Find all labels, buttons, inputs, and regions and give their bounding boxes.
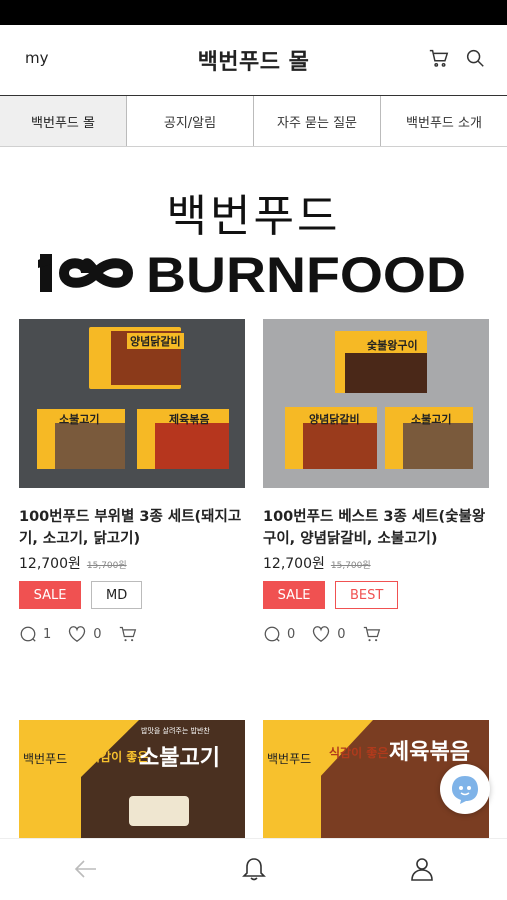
comment-icon[interactable] — [263, 625, 281, 643]
product-price: 12,700원 — [263, 556, 325, 572]
product-stats: 0 0 — [263, 625, 489, 643]
original-price: 15,700원 — [86, 561, 127, 571]
tab-about[interactable]: 백번푸드 소개 — [380, 96, 507, 146]
status-bar — [0, 0, 507, 25]
user-icon[interactable] — [408, 855, 436, 883]
product-name[interactable]: 100번푸드 부위별 3종 세트(돼지고기, 소고기, 닭고기) — [19, 506, 245, 550]
price-row: 12,700원 15,700원 — [263, 553, 489, 573]
badge-row: SALE BEST — [263, 581, 489, 609]
banner-dish: 소불고기 — [139, 746, 220, 771]
heart-icon[interactable] — [67, 625, 87, 643]
tab-bar: 백번푸드 몰 공지/알림 자주 묻는 질문 백번푸드 소개 — [0, 95, 507, 147]
product-image[interactable]: 양념닭갈비 소불고기 제육볶음 — [19, 319, 245, 488]
product-price: 12,700원 — [19, 556, 81, 572]
comment-count: 1 — [43, 626, 52, 642]
product-image-label: 양념닭갈비 — [309, 413, 360, 426]
logo-text: BURNFOOD — [146, 250, 466, 296]
product-image-label: 제육볶음 — [169, 413, 210, 426]
chatbot-button[interactable] — [440, 764, 490, 814]
sale-badge: SALE — [19, 581, 81, 609]
product-card[interactable]: 양념닭갈비 소불고기 제육볶음 100번푸드 부위별 3종 세트(돼지고기, 소… — [19, 319, 245, 643]
brand-logo: BURNFOOD — [38, 250, 466, 296]
best-badge: BEST — [335, 581, 399, 609]
product-image-label: 양념닭갈비 — [127, 333, 184, 349]
comment-icon[interactable] — [19, 625, 37, 643]
like-count: 0 — [93, 626, 102, 642]
product-banner[interactable]: 백번푸드 밥맛을 살려주는 밥반찬 식감이 좋은 소불고기 — [19, 720, 245, 838]
back-arrow-icon[interactable] — [72, 855, 100, 883]
sale-badge: SALE — [263, 581, 325, 609]
comment-count: 0 — [287, 626, 296, 642]
add-to-cart-icon[interactable] — [118, 625, 138, 643]
original-price: 15,700원 — [330, 561, 371, 571]
bell-icon[interactable] — [240, 855, 268, 883]
like-count: 0 — [337, 626, 346, 642]
product-image-label: 소불고기 — [59, 413, 100, 426]
product-card[interactable]: 숯불왕구이 양념닭갈비 소불고기 100번푸드 베스트 3종 세트(숯불왕구이,… — [263, 319, 489, 643]
product-image[interactable]: 숯불왕구이 양념닭갈비 소불고기 — [263, 319, 489, 488]
product-name[interactable]: 100번푸드 베스트 3종 세트(숯불왕구이, 양념닭갈비, 소불고기) — [263, 506, 489, 550]
product-image-label: 소불고기 — [411, 413, 452, 426]
tab-faq[interactable]: 자주 묻는 질문 — [253, 96, 380, 146]
badge-row: SALE MD — [19, 581, 245, 609]
chatbot-icon — [452, 776, 478, 804]
heart-icon[interactable] — [311, 625, 331, 643]
md-badge: MD — [91, 581, 143, 609]
banner-dish: 제육볶음 — [389, 740, 470, 765]
banner-brand: 백번푸드 — [267, 752, 312, 766]
tab-mall[interactable]: 백번푸드 몰 — [0, 96, 126, 146]
app-header: my 백번푸드 몰 — [0, 25, 507, 95]
tab-notice[interactable]: 공지/알림 — [126, 96, 253, 146]
banner-small-text: 밥맛을 살려주는 밥반찬 — [141, 727, 210, 735]
brand-title-korean: 백번푸드 — [166, 191, 341, 242]
banner-tagline: 식감이 좋은 — [329, 746, 389, 760]
price-row: 12,700원 15,700원 — [19, 553, 245, 573]
search-icon[interactable] — [464, 47, 486, 69]
product-stats: 1 0 — [19, 625, 245, 643]
product-image-label: 숯불왕구이 — [367, 339, 418, 352]
cart-icon[interactable] — [428, 47, 450, 69]
add-to-cart-icon[interactable] — [362, 625, 382, 643]
banner-brand: 백번푸드 — [23, 752, 68, 766]
bottom-nav — [0, 838, 507, 900]
